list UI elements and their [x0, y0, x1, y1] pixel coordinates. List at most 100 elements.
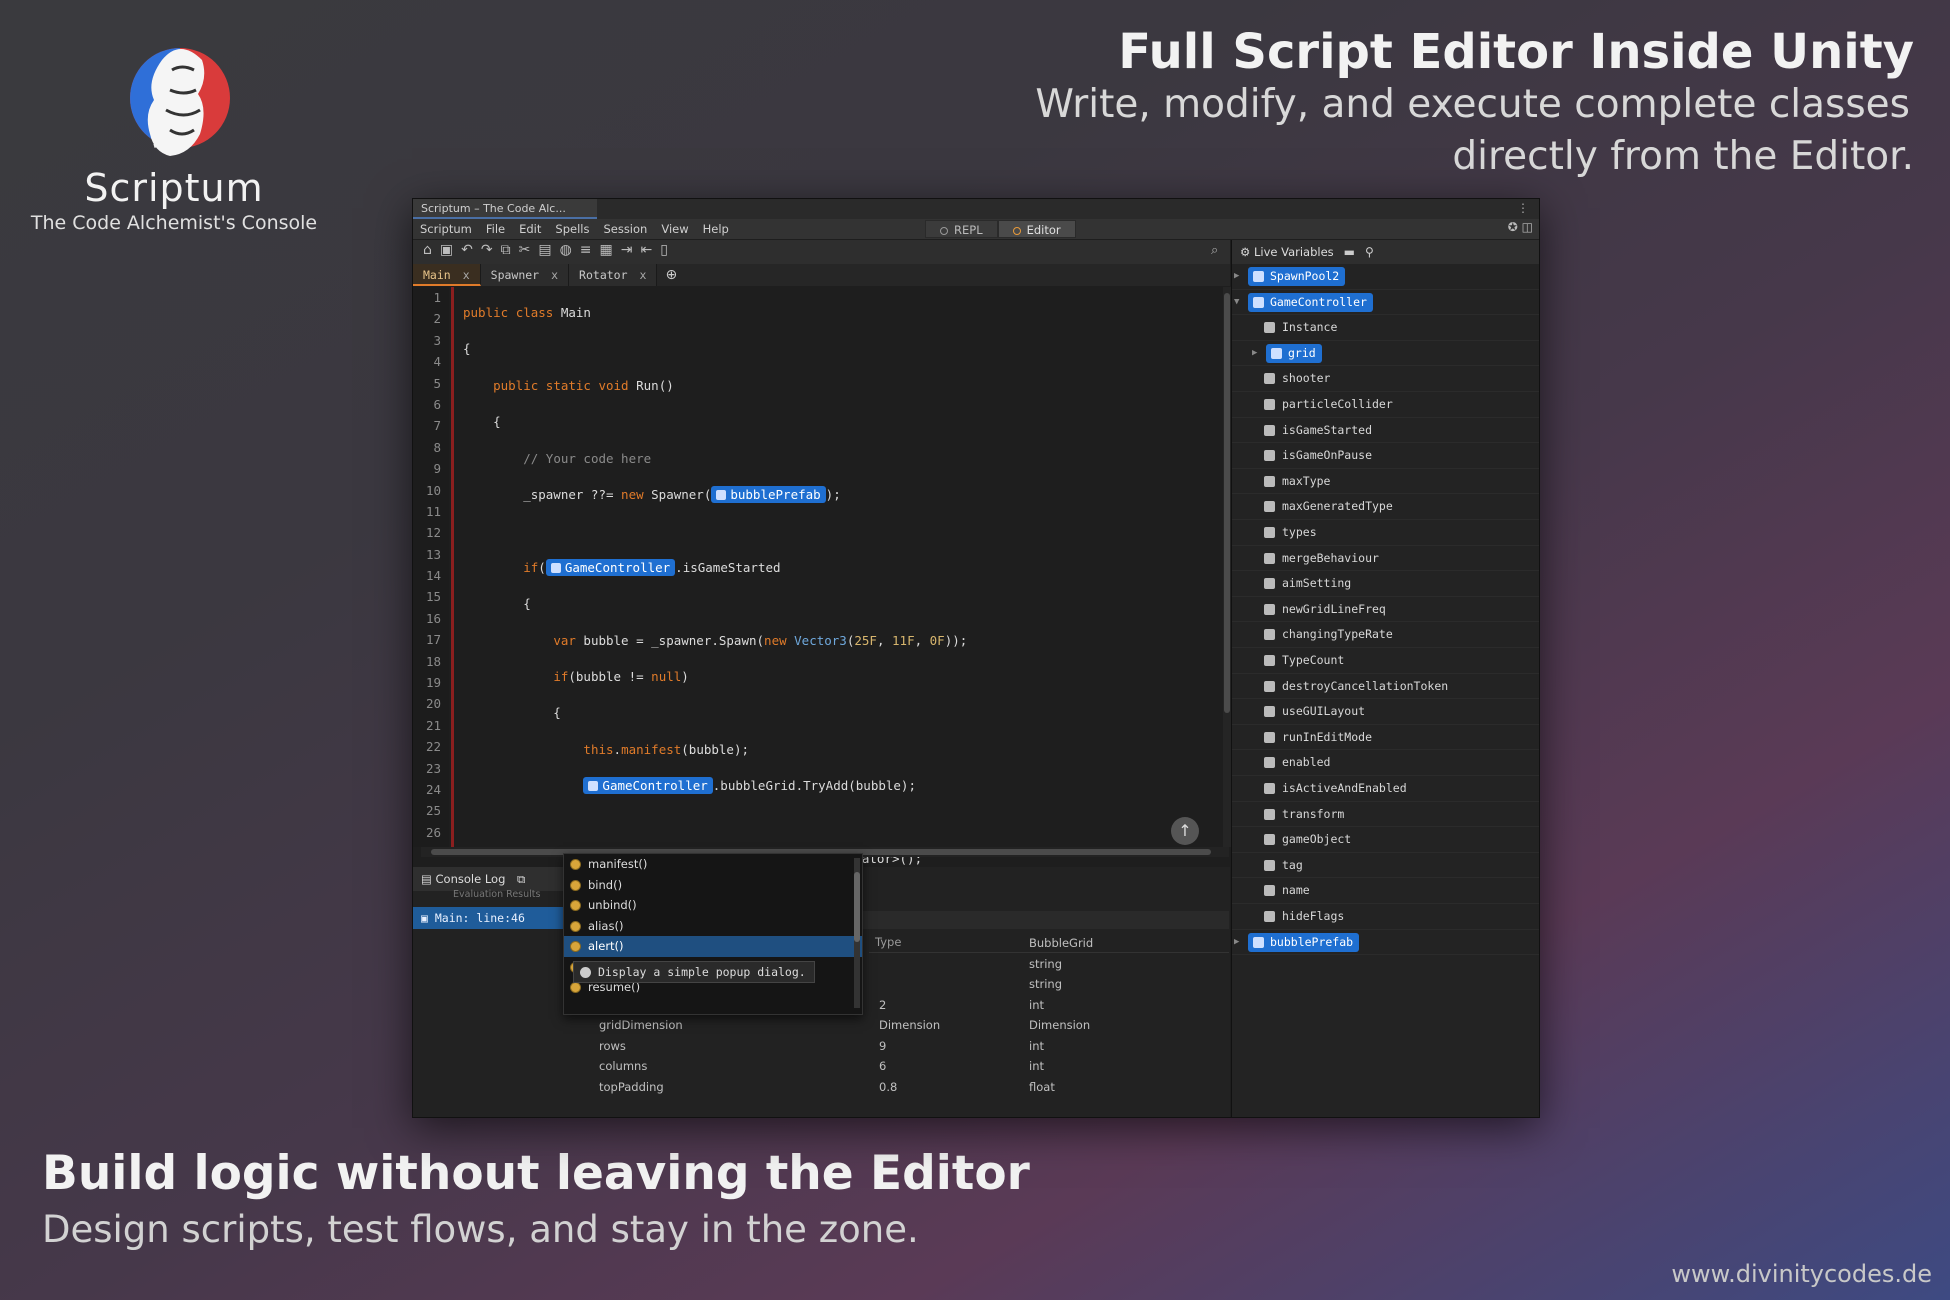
expand-toggle-icon[interactable]: ▶ — [1252, 341, 1257, 367]
inspector-row[interactable]: topPadding 0.8 float — [569, 1077, 1219, 1098]
menu-file[interactable]: File — [479, 219, 512, 239]
tab-rotator[interactable]: Rotator x — [569, 264, 658, 286]
autocomplete-item[interactable]: alert() — [564, 936, 862, 957]
game-controller-chip[interactable]: GameController — [583, 777, 713, 795]
menu-scriptum[interactable]: Scriptum — [413, 219, 479, 239]
home-icon[interactable]: ⌂ — [423, 242, 440, 258]
live-variable-item[interactable]: name — [1232, 878, 1539, 904]
copy-icon[interactable]: ⧉ — [501, 242, 519, 258]
tab-main[interactable]: Main x — [413, 264, 481, 286]
expand-toggle-icon[interactable]: ▼ — [1234, 290, 1239, 316]
live-variable-item[interactable]: isGameStarted — [1232, 418, 1539, 444]
repl-radio-icon — [940, 227, 948, 235]
live-variable-item[interactable]: tag — [1232, 853, 1539, 879]
live-variable-item[interactable]: hideFlags — [1232, 904, 1539, 930]
scrollbar-thumb[interactable] — [854, 872, 860, 942]
menu-spells[interactable]: Spells — [548, 219, 596, 239]
live-variable-item[interactable]: Instance — [1232, 315, 1539, 341]
autocomplete-item[interactable]: bind() — [564, 875, 862, 896]
tab-spawner[interactable]: Spawner x — [480, 264, 570, 286]
live-variable-item[interactable]: destroyCancellationToken — [1232, 674, 1539, 700]
clear-icon[interactable]: ◍ — [560, 242, 580, 258]
autocomplete-item[interactable]: manifest() — [564, 854, 862, 875]
live-variable-item[interactable]: types — [1232, 520, 1539, 546]
live-variable-item[interactable]: isGameOnPause — [1232, 443, 1539, 469]
autocomplete-scrollbar[interactable] — [854, 858, 860, 1008]
live-variable-item[interactable]: ▶ grid — [1232, 341, 1539, 367]
live-variable-item[interactable]: enabled — [1232, 750, 1539, 776]
paste-icon[interactable]: ▤ — [538, 242, 559, 258]
live-variable-pill[interactable]: SpawnPool2 — [1248, 267, 1346, 286]
live-variable-item[interactable]: ▼ GameController — [1232, 290, 1539, 316]
code-vertical-scrollbar[interactable] — [1223, 287, 1231, 847]
live-variable-item[interactable]: ▶ SpawnPool2 — [1232, 264, 1539, 290]
console-log-header[interactable]: ▤ Console Log ⧉ — [413, 867, 563, 891]
menu-edit[interactable]: Edit — [512, 219, 548, 239]
console-entry[interactable]: ▣ Main: line:46 — [413, 907, 563, 929]
live-variable-item[interactable]: newGridLineFreq — [1232, 597, 1539, 623]
live-variable-item[interactable]: gameObject — [1232, 827, 1539, 853]
autocomplete-item-label: manifest() — [588, 857, 648, 871]
field-icon — [1264, 475, 1275, 487]
save-as-icon[interactable]: ▦ — [600, 242, 621, 258]
live-variable-item[interactable]: shooter — [1232, 366, 1539, 392]
menu-help[interactable]: Help — [696, 219, 736, 239]
scrollbar-thumb[interactable] — [1224, 293, 1230, 713]
pin-icon[interactable]: ⚲ — [1365, 245, 1374, 259]
live-variable-item[interactable]: ▶ bubblePrefab — [1232, 930, 1539, 956]
live-variable-item[interactable]: changingTypeRate — [1232, 622, 1539, 648]
live-variable-pill[interactable]: grid — [1266, 343, 1322, 363]
live-variable-item[interactable]: transform — [1232, 802, 1539, 828]
bubble-prefab-chip[interactable]: bubblePrefab — [711, 485, 826, 503]
inspector-row[interactable]: gridDimension Dimension Dimension — [569, 1015, 1219, 1036]
live-variable-item[interactable]: mergeBehaviour — [1232, 546, 1539, 572]
inspector-row[interactable]: columns 6 int — [569, 1056, 1219, 1077]
tab-rotator-close-icon[interactable]: x — [640, 268, 647, 282]
live-variable-label: mergeBehaviour — [1282, 550, 1379, 565]
cut-icon[interactable]: ✂ — [519, 242, 539, 258]
live-variable-item[interactable]: aimSetting — [1232, 571, 1539, 597]
undo-icon[interactable]: ↶ — [461, 242, 481, 258]
live-variable-item[interactable]: TypeCount — [1232, 648, 1539, 674]
live-variable-item[interactable]: runInEditMode — [1232, 725, 1539, 751]
field-icon — [1264, 603, 1275, 615]
expand-toggle-icon[interactable]: ▶ — [1234, 264, 1239, 290]
field-icon — [1264, 911, 1275, 922]
window-title-tab[interactable]: Scriptum – The Code Alc... — [413, 199, 597, 219]
autocomplete-item[interactable]: unbind() — [564, 895, 862, 916]
gear-icon[interactable]: ⚙ — [1240, 245, 1254, 259]
delete-icon[interactable]: ▯ — [660, 242, 676, 258]
indent-icon[interactable]: ≡ — [580, 242, 600, 258]
tab-main-close-icon[interactable]: x — [463, 268, 470, 282]
more-options-icon[interactable]: ⋮ — [1517, 201, 1529, 215]
mode-repl[interactable]: REPL — [925, 220, 998, 238]
game-controller-chip[interactable]: GameController — [545, 558, 676, 576]
live-variable-item[interactable]: useGUILayout — [1232, 699, 1539, 725]
copy-log-icon[interactable]: ⧉ — [517, 872, 525, 886]
inspector-row[interactable]: rows 9 int — [569, 1036, 1219, 1057]
redo-icon[interactable]: ↷ — [481, 242, 501, 258]
live-variable-label: gameObject — [1282, 832, 1352, 847]
tab-spawner-close-icon[interactable]: x — [551, 268, 558, 282]
save-icon[interactable]: ▣ — [440, 242, 461, 258]
new-tab-icon[interactable]: ⊕ — [657, 264, 685, 286]
dock-icon[interactable]: ◫ — [1522, 220, 1533, 234]
live-variable-item[interactable]: isActiveAndEnabled — [1232, 776, 1539, 802]
menu-view[interactable]: View — [654, 219, 695, 239]
menu-session[interactable]: Session — [596, 219, 654, 239]
folder-icon[interactable]: ▬ — [1344, 245, 1355, 259]
autocomplete-item[interactable]: alias() — [564, 916, 862, 937]
mode-editor[interactable]: Editor — [997, 220, 1076, 238]
code-editor[interactable]: public class Main { public static void R… — [463, 287, 1223, 1117]
expand-toggle-icon[interactable]: ▶ — [1234, 930, 1239, 956]
live-variable-pill[interactable]: GameController — [1248, 292, 1373, 312]
scroll-to-top-icon[interactable]: ↑ — [1171, 817, 1199, 845]
live-variable-item[interactable]: maxGeneratedType — [1232, 494, 1539, 520]
live-variable-item[interactable]: maxType — [1232, 469, 1539, 495]
search-icon[interactable]: ⌕ — [1211, 243, 1218, 258]
unity-icon[interactable]: ✪ — [1508, 220, 1518, 234]
live-variable-pill[interactable]: bubblePrefab — [1248, 932, 1360, 952]
live-variable-item[interactable]: particleCollider — [1232, 392, 1539, 418]
import-icon[interactable]: ⇥ — [621, 242, 641, 258]
export-icon[interactable]: ⇤ — [640, 242, 660, 258]
